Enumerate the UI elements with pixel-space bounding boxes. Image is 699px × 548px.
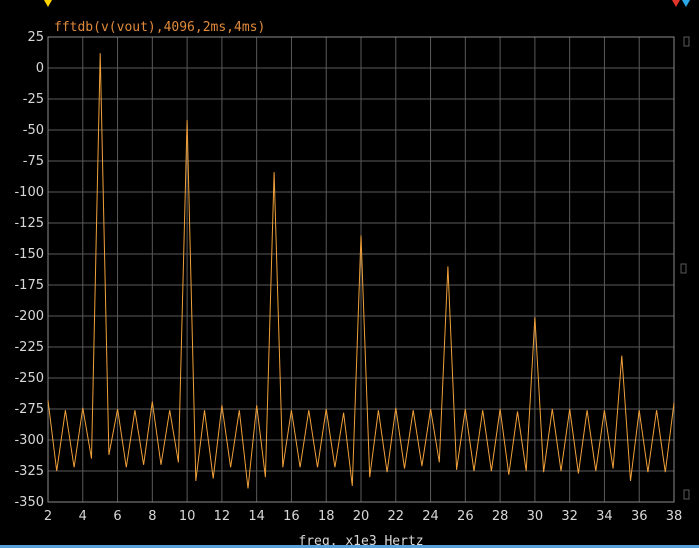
y-tick-label: -150 [14,247,44,262]
y-tick-label: -175 [14,278,44,293]
x-tick-label: 30 [527,509,544,524]
y-tick-label: -125 [14,216,44,231]
cursor-c-marker-icon[interactable] [682,0,690,7]
x-tick-label: 20 [353,509,370,524]
x-tick-label: 16 [283,509,300,524]
x-tick-label: 22 [388,509,405,524]
x-tick-label: 6 [113,509,121,524]
x-tick-label: 12 [214,509,231,524]
y-tick-label: -325 [14,464,44,479]
y-tick-label: 25 [27,30,44,45]
fft-plot[interactable]: 25 0 -25 -50 -75 -100 -125 -150 -175 -200 -225 -250… [0,0,699,548]
x-tick-label: 2 [44,509,52,524]
y-axis-ticks: 25 0 -25 -50 -75 -100 -125 -150 -175 -200 -225 -250… [14,30,44,510]
y-tick-label: -50 [23,123,44,138]
y-tick-label: 0 [36,61,44,76]
y-tick-label: -75 [23,154,44,169]
plot-grid [47,36,675,503]
x-tick-label: 26 [457,509,474,524]
y-tick-label: -100 [14,185,44,200]
x-tick-label: 36 [631,509,648,524]
y-tick-label: -350 [14,495,44,510]
x-tick-label: 18 [318,509,335,524]
y-tick-label: -300 [14,433,44,448]
x-tick-label: 32 [561,509,578,524]
x-tick-label: 28 [492,509,509,524]
x-tick-label: 38 [666,509,683,524]
x-tick-label: 4 [79,509,87,524]
y-tick-label: -250 [14,371,44,386]
middle-scroll-marker-icon[interactable] [680,263,687,274]
x-tick-label: 10 [179,509,196,524]
x-axis-ticks: 2 4 6 8 10 12 14 16 18 20 22 24 26 28 30 32 34 36 38 [44,509,682,524]
bottom-scroll-marker-icon[interactable] [683,489,690,500]
y-tick-label: -25 [23,92,44,107]
y-tick-label: -275 [14,402,44,417]
y-tick-label: -225 [14,340,44,355]
x-tick-label: 24 [422,509,439,524]
x-tick-label: 14 [248,509,265,524]
cursor-b-marker-icon[interactable] [672,0,680,7]
x-tick-label: 34 [596,509,613,524]
chart-title: fftdb(v(vout),4096,2ms,4ms) [54,20,265,35]
top-scroll-marker-icon[interactable] [683,36,690,47]
cursor-a-marker-icon[interactable] [44,0,52,7]
y-tick-label: -200 [14,309,44,324]
x-tick-label: 8 [148,509,156,524]
